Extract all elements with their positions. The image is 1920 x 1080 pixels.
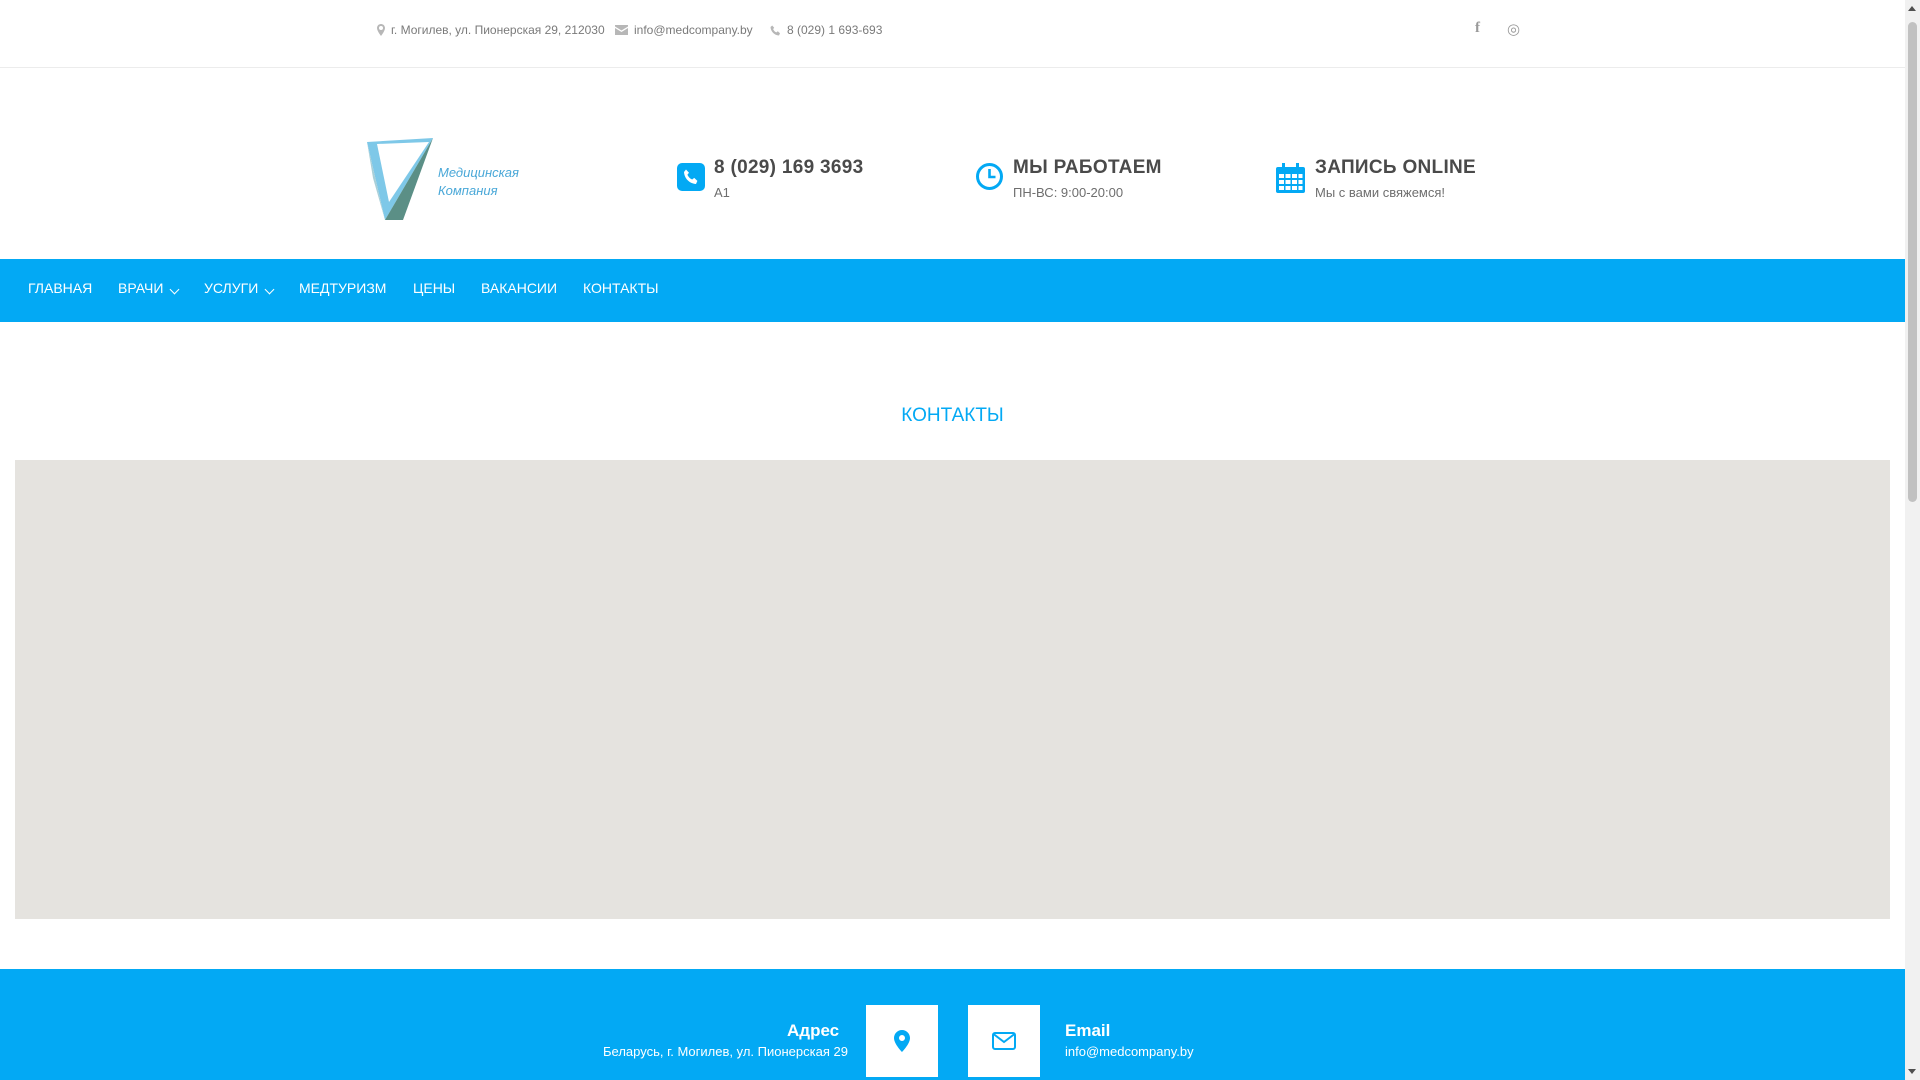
footer-address-label: Адрес xyxy=(787,1021,840,1040)
nav-item-prices[interactable]: ЦЕНЫ xyxy=(413,280,455,296)
phone-icon xyxy=(770,25,780,35)
nav-item-vacancies[interactable]: ВАКАНСИИ xyxy=(481,280,557,296)
logo-line-1: Медицинская xyxy=(438,165,519,180)
footer-address-value: Беларусь, г. Могилев, ул. Пионерская 29 xyxy=(603,1044,848,1059)
top-bar: г. Могилев, ул. Пионерская 29, 212030 in… xyxy=(0,0,1905,68)
nav-label: КОНТАКТЫ xyxy=(583,280,659,296)
footer-address-box xyxy=(866,1005,938,1077)
header-phone-title: 8 (029) 169 3693 xyxy=(714,157,864,178)
map-marker-icon xyxy=(894,1030,910,1052)
nav-label: МЕДТУРИЗМ xyxy=(299,280,387,296)
nav-label: УСЛУГИ xyxy=(204,280,259,296)
footer-email-value[interactable]: info@medcompany.by xyxy=(1065,1044,1194,1059)
nav-label: ВАКАНСИИ xyxy=(481,280,558,296)
instagram-icon[interactable]: ◎ xyxy=(1507,20,1520,38)
envelope-icon xyxy=(992,1032,1016,1050)
header-booking-title: ЗАПИСЬ ONLINE xyxy=(1315,157,1477,178)
nav-item-home[interactable]: ГЛАВНАЯ xyxy=(28,280,92,296)
chevron-down-icon xyxy=(169,284,180,294)
header-hours-title: МЫ РАБОТАЕМ xyxy=(1013,157,1162,178)
phone-square-icon xyxy=(677,163,705,191)
header-hours-sub: ПН-ВС: 9:00-20:00 xyxy=(1013,185,1124,200)
envelope-icon xyxy=(615,25,628,35)
header-booking-sub: Мы с вами свяжемся! xyxy=(1315,185,1446,200)
top-phone[interactable]: 8 (029) 1 693-693 xyxy=(770,23,882,37)
top-phone-text[interactable]: 8 (029) 1 693-693 xyxy=(787,23,882,37)
top-address-text: г. Могилев, ул. Пионерская 29, 212030 xyxy=(391,23,605,37)
top-address: г. Могилев, ул. Пионерская 29, 212030 xyxy=(377,23,605,37)
footer-email-box xyxy=(968,1005,1040,1077)
logo-line-2: Компания xyxy=(438,183,498,198)
chevron-down-icon xyxy=(264,284,275,294)
header-phone-sub: A1 xyxy=(714,185,730,200)
scroll-up-icon[interactable] xyxy=(1908,6,1916,11)
vertical-scrollbar[interactable] xyxy=(1905,0,1920,1080)
clock-icon xyxy=(976,163,1003,190)
nav-item-medtourism[interactable]: МЕДТУРИЗМ xyxy=(299,280,386,296)
nav-item-services[interactable]: УСЛУГИ xyxy=(204,280,275,296)
nav-label: ЦЕНЫ xyxy=(413,280,456,296)
nav-item-contacts[interactable]: КОНТАКТЫ xyxy=(583,280,659,296)
nav-label: ВРАЧИ xyxy=(118,280,164,296)
map-marker-icon xyxy=(377,24,385,36)
footer-email-label: Email xyxy=(1065,1021,1111,1040)
top-email-text[interactable]: info@medcompany.by xyxy=(634,23,753,37)
main-nav: ГЛАВНАЯ ВРАЧИ УСЛУГИ МЕДТУРИЗМ ЦЕНЫ ВАКА… xyxy=(0,259,1905,322)
logo-text: Медицинская Компания xyxy=(438,164,519,200)
calendar-icon xyxy=(1276,163,1305,193)
nav-label: ГЛАВНАЯ xyxy=(28,280,93,296)
facebook-icon[interactable]: f xyxy=(1475,20,1480,37)
nav-item-doctors[interactable]: ВРАЧИ xyxy=(118,280,180,296)
map-frame[interactable] xyxy=(15,460,1890,919)
scroll-down-icon[interactable] xyxy=(1908,1069,1916,1074)
scrollbar-thumb[interactable] xyxy=(1908,22,1917,502)
page: г. Могилев, ул. Пионерская 29, 212030 in… xyxy=(0,0,1905,1080)
top-email[interactable]: info@medcompany.by xyxy=(615,23,753,37)
page-title: КОНТАКТЫ xyxy=(901,405,1004,426)
footer-contacts xyxy=(0,969,1905,1080)
